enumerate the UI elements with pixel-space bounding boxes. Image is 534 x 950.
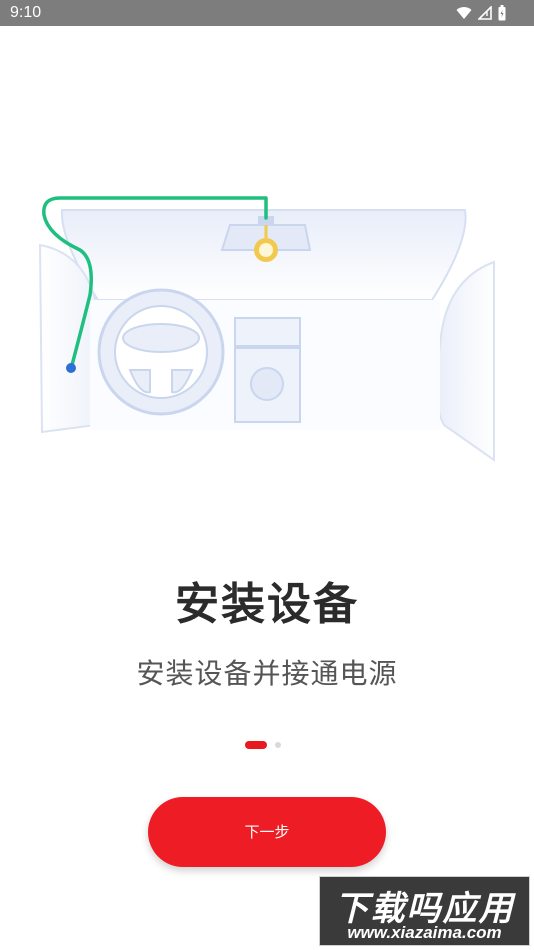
watermark-logo: 下载吗应用 www.xiazaima.com (319, 876, 530, 946)
page-title: 安装设备 (175, 579, 359, 630)
status-time: 9:10 (10, 4, 42, 21)
page-indicator (0, 741, 534, 749)
page-dot-inactive (275, 742, 281, 748)
page-dot-active (245, 741, 267, 749)
next-button[interactable]: 下一步 (148, 797, 386, 867)
right-door-panel (435, 260, 495, 462)
status-bar: 9:10 (0, 0, 534, 26)
center-console (234, 317, 301, 423)
steering-wheel (97, 288, 225, 416)
battery-icon (498, 5, 506, 21)
wifi-icon (456, 7, 472, 20)
page-subtitle: 安装设备并接通电源 (136, 657, 398, 690)
signal-icon (478, 6, 492, 20)
car-dashcam-illustration (38, 196, 495, 462)
watermark-url: www.xiazaima.com (347, 923, 502, 942)
cable-plug (66, 363, 76, 373)
status-icons (456, 4, 506, 22)
